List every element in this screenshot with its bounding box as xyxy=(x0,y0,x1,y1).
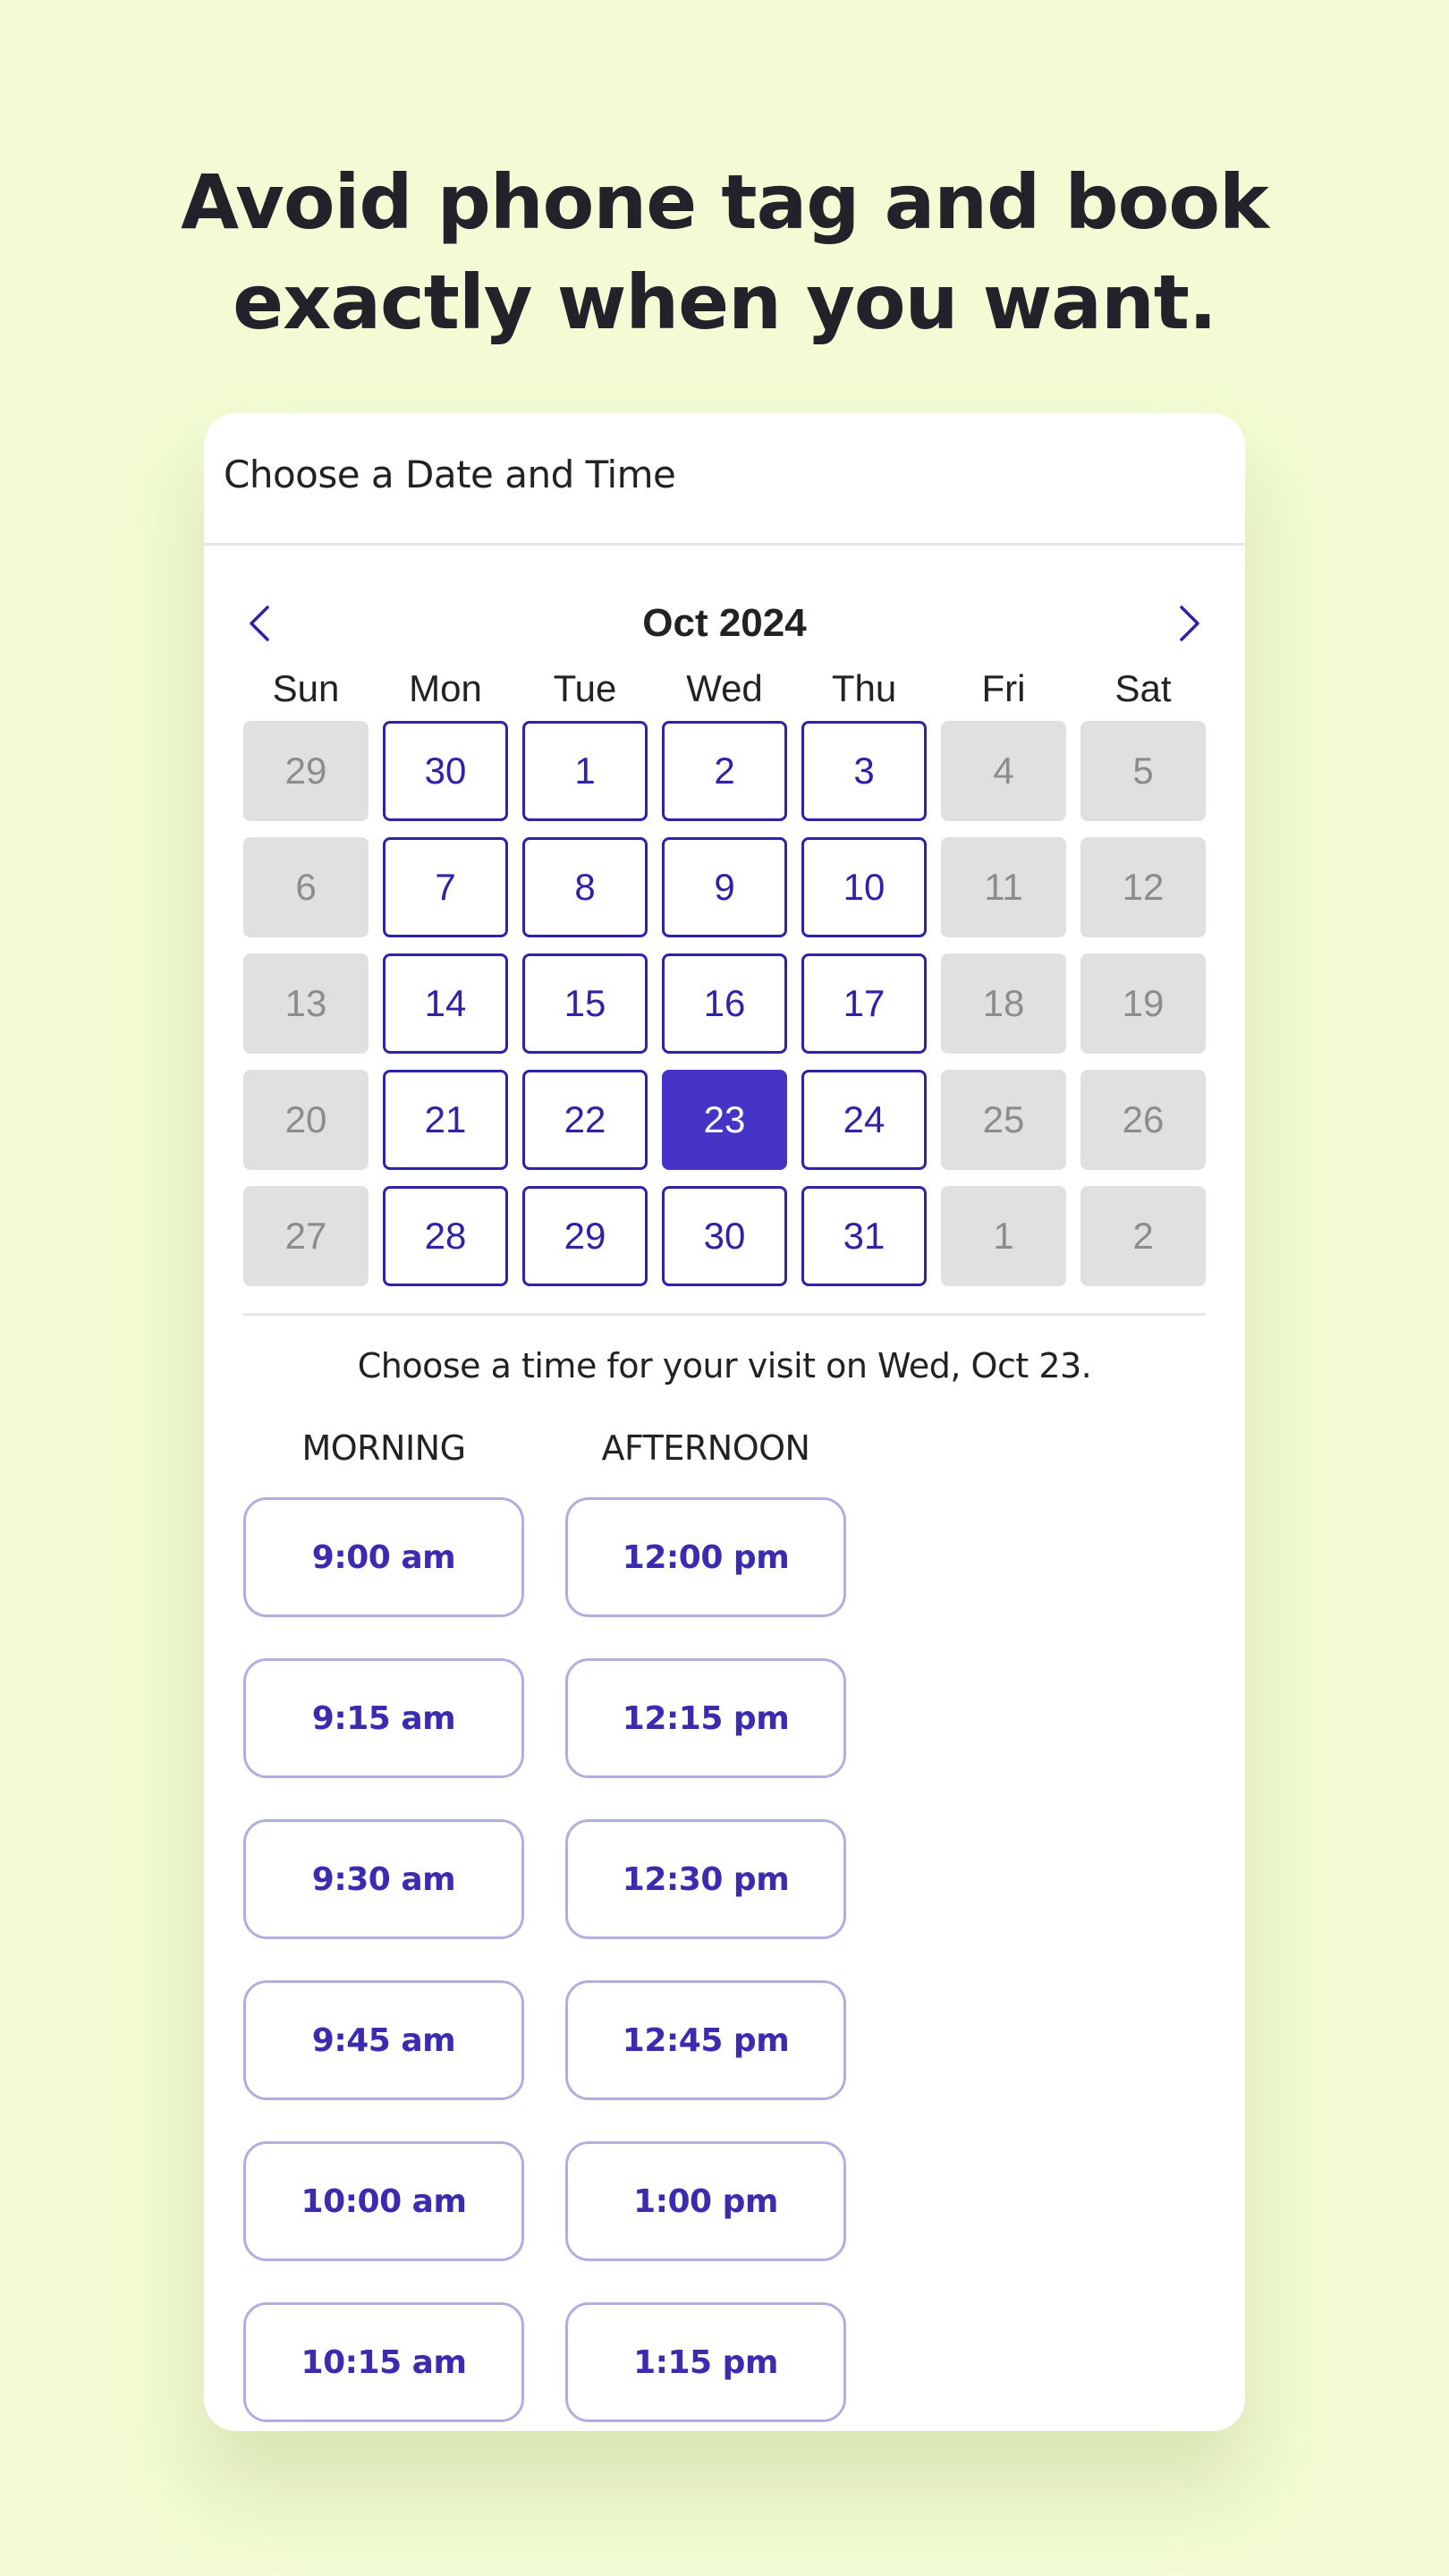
calendar-day[interactable]: 1 xyxy=(522,721,648,821)
weekday-label: Mon xyxy=(409,667,482,709)
afternoon-slots: 12:00 pm 12:15 pm 12:30 pm 12:45 pm 1:00… xyxy=(565,1497,846,2431)
calendar-day[interactable]: 30 xyxy=(383,721,508,821)
headline-line-2: exactly when you want. xyxy=(233,258,1217,346)
morning-label: MORNING xyxy=(301,1428,466,1468)
time-slot-button[interactable]: 10:15 am xyxy=(243,2302,524,2422)
calendar-day[interactable]: 30 xyxy=(662,1186,787,1286)
calendar-day[interactable]: 8 xyxy=(522,837,648,937)
calendar-day[interactable]: 29 xyxy=(522,1186,648,1286)
card-title: Choose a Date and Time xyxy=(224,453,676,496)
calendar-day-unavailable: 20 xyxy=(243,1070,369,1170)
calendar-day[interactable]: 24 xyxy=(801,1070,927,1170)
time-slot-button[interactable]: 12:45 pm xyxy=(565,1980,846,2100)
calendar-day[interactable]: 9 xyxy=(662,837,787,937)
afternoon-label: AFTERNOON xyxy=(601,1428,810,1468)
headline: Avoid phone tag and book exactly when yo… xyxy=(0,152,1449,352)
calendar-day-unavailable: 2 xyxy=(1080,1186,1206,1286)
weekday-label: Wed xyxy=(686,667,763,709)
calendar-day[interactable]: 7 xyxy=(383,837,508,937)
calendar-day[interactable]: 16 xyxy=(662,953,787,1054)
calendar-day-unavailable: 26 xyxy=(1080,1070,1206,1170)
time-slot-button[interactable]: 9:30 am xyxy=(243,1819,524,1939)
calendar-day[interactable]: 31 xyxy=(801,1186,927,1286)
next-month-button[interactable] xyxy=(1170,601,1209,646)
calendar-day-selected[interactable]: 23 xyxy=(662,1070,787,1170)
weekday-label: Tue xyxy=(553,667,617,709)
calendar-day-unavailable: 29 xyxy=(243,721,369,821)
calendar-day[interactable]: 3 xyxy=(801,721,927,821)
calendar-day-unavailable: 27 xyxy=(243,1186,369,1286)
calendar-day[interactable]: 28 xyxy=(383,1186,508,1286)
calendar-day-unavailable: 18 xyxy=(941,953,1066,1054)
chevron-right-icon xyxy=(1180,606,1199,641)
calendar-day[interactable]: 17 xyxy=(801,953,927,1054)
calendar-day-unavailable: 19 xyxy=(1080,953,1206,1054)
booking-card: Choose a Date and Time Oct 2024 Sun Mon … xyxy=(204,413,1245,2431)
weekday-header: Sun Mon Tue Wed Thu Fri Sat xyxy=(243,664,1206,717)
weekday-label: Sat xyxy=(1114,667,1172,709)
calendar-day-unavailable: 13 xyxy=(243,953,369,1054)
calendar-day-unavailable: 4 xyxy=(941,721,1066,821)
weekday-label: Sun xyxy=(272,667,340,709)
calendar-day[interactable]: 22 xyxy=(522,1070,648,1170)
calendar-day[interactable]: 21 xyxy=(383,1070,508,1170)
calendar-day-unavailable: 6 xyxy=(243,837,369,937)
calendar-day[interactable]: 10 xyxy=(801,837,927,937)
month-navigation: Oct 2024 xyxy=(204,592,1245,655)
time-slot-button[interactable]: 10:00 am xyxy=(243,2141,524,2261)
headline-line-1: Avoid phone tag and book xyxy=(181,158,1269,246)
time-slot-button[interactable]: 12:15 pm xyxy=(565,1658,846,1778)
calendar-day[interactable]: 15 xyxy=(522,953,648,1054)
weekday-label: Fri xyxy=(981,667,1026,709)
card-header: Choose a Date and Time xyxy=(204,413,1245,546)
month-label: Oct 2024 xyxy=(642,601,807,645)
time-slot-button[interactable]: 9:00 am xyxy=(243,1497,524,1617)
time-slot-button[interactable]: 9:45 am xyxy=(243,1980,524,2100)
calendar-day-unavailable: 25 xyxy=(941,1070,1066,1170)
section-divider xyxy=(243,1313,1206,1316)
time-slot-button[interactable]: 9:15 am xyxy=(243,1658,524,1778)
time-slot-button[interactable]: 1:00 pm xyxy=(565,2141,846,2261)
time-slot-button[interactable]: 1:15 pm xyxy=(565,2302,846,2422)
calendar-day-unavailable: 5 xyxy=(1080,721,1206,821)
morning-slots: 9:00 am 9:15 am 9:30 am 9:45 am 10:00 am… xyxy=(243,1497,524,2431)
calendar-grid: 29 30 1 2 3 4 5 6 7 8 9 10 11 12 13 14 15 16 17 18 19 20 21 22 2… xyxy=(243,721,1206,1286)
weekday-label: Thu xyxy=(831,667,897,709)
calendar-day[interactable]: 2 xyxy=(662,721,787,821)
time-prompt: Choose a time for your visit on Wed, Oct… xyxy=(357,1346,1092,1385)
calendar-day-unavailable: 12 xyxy=(1080,837,1206,937)
time-slot-button[interactable]: 12:00 pm xyxy=(565,1497,846,1617)
calendar-day-unavailable: 1 xyxy=(941,1186,1066,1286)
time-slot-button[interactable]: 12:30 pm xyxy=(565,1819,846,1939)
calendar-day-unavailable: 11 xyxy=(941,837,1066,937)
calendar-day[interactable]: 14 xyxy=(383,953,508,1054)
